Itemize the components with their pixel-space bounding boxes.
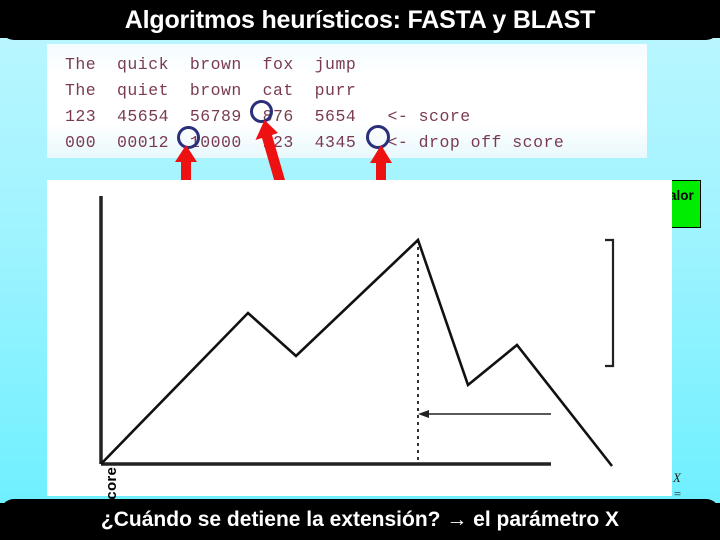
slide-root: The quick brown fox jump The quiet brown… xyxy=(0,0,720,540)
trim-to-max-arrowhead xyxy=(418,410,429,418)
slide-footer-bar: ¿Cuándo se detiene la extensión? → el pa… xyxy=(0,499,720,540)
slide-title: Algoritmos heurísticos: FASTA y BLAST xyxy=(124,5,596,34)
slide-title-bar: Algoritmos heurísticos: FASTA y BLAST xyxy=(0,0,720,40)
score-curve xyxy=(100,237,614,467)
sequence-code-panel: The quick brown fox jump The quiet brown… xyxy=(47,44,647,158)
score-extension-chart: Score Length of extension Trim to max X … xyxy=(47,180,682,517)
chart-graphics xyxy=(99,196,615,467)
sequence-code-text: The quick brown fox jump The quiet brown… xyxy=(65,55,565,152)
slide-footer-text: ¿Cuándo se detiene la extensión? → el pa… xyxy=(100,507,620,531)
x-equals-5-bracket xyxy=(605,238,615,368)
